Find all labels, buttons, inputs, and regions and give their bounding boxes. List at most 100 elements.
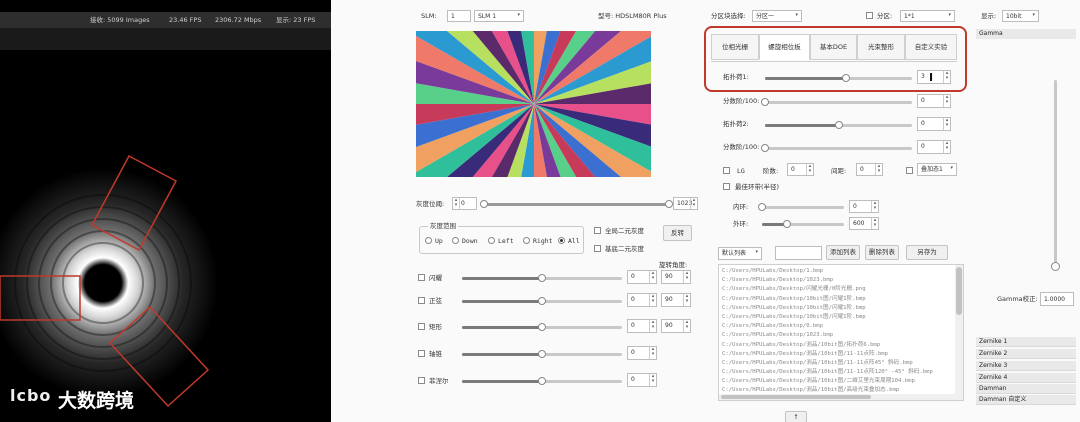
gray-low-spinbox[interactable]: 0 ▴ ▾ [452, 197, 477, 210]
effect-value-spinbox[interactable]: 0 ▴ ▾ [627, 346, 657, 360]
spin-arrows-icon[interactable]: ▴ ▾ [871, 201, 878, 212]
gray-range-radio-left[interactable] [488, 237, 495, 244]
list-item[interactable]: C:/Users/HPULabs/Desktop/1023.bmp [722, 331, 933, 340]
partition-checkbox[interactable] [866, 12, 873, 19]
partition-select[interactable]: 1*1 ▾ [900, 10, 955, 22]
file-list[interactable]: C:/Users/HPULabs/Desktop/1.bmp C:/Users/H… [718, 264, 964, 401]
effect-value-spinbox[interactable]: 0 ▴ ▾ [627, 270, 657, 284]
file-list-vscroll[interactable] [955, 265, 963, 400]
gray-range-radio-all[interactable] [558, 237, 565, 244]
spiral-row-slider[interactable] [761, 144, 912, 152]
overlay-checkbox[interactable] [906, 167, 913, 174]
gamma-slider-handle[interactable] [1051, 262, 1060, 271]
effect-checkbox[interactable] [418, 323, 425, 330]
spiral-row-spinbox[interactable]: 0 ▴ ▾ [917, 140, 951, 154]
effect-value-spinbox[interactable]: 0 ▴ ▾ [627, 319, 657, 333]
list-item[interactable]: C:/Users/HPULabs/Desktop/测品/10bit图/11-11… [722, 350, 933, 359]
spiral-row-spinbox[interactable]: 3 ▴ ▾ [917, 70, 951, 84]
effect-slider-handle[interactable] [538, 274, 546, 282]
effect-slider-handle[interactable] [538, 350, 546, 358]
list-item[interactable]: C:/Users/HPULabs/Desktop/闪耀光栅/0阶光栅.png [722, 285, 933, 294]
inner-ring-handle[interactable] [758, 203, 766, 211]
effect-checkbox[interactable] [418, 297, 425, 304]
spin-arrows-icon[interactable]: ▴ ▾ [683, 294, 690, 306]
effect-checkbox[interactable] [418, 350, 425, 357]
zernike-item[interactable]: Damman [976, 384, 1076, 394]
gray-range-radio-up[interactable] [425, 237, 432, 244]
display-select[interactable]: 10bit ▾ [1002, 10, 1039, 22]
invert-button[interactable]: 反转 [663, 225, 692, 241]
slm-index-field[interactable]: 1 [447, 10, 471, 22]
zernike-item[interactable]: Zernike 3 [976, 361, 1076, 371]
best-ring-checkbox[interactable] [723, 183, 730, 190]
spin-arrows-icon[interactable]: ▴ ▾ [690, 198, 697, 209]
file-list-hscroll[interactable] [719, 394, 955, 400]
spin-arrows-icon[interactable]: ▴ ▾ [943, 95, 950, 107]
effect-angle-spinbox[interactable]: 90 ▴ ▾ [661, 270, 691, 284]
outer-ring-spinbox[interactable]: 600 ▴ ▾ [849, 217, 879, 230]
gamma-value-field[interactable]: 1.0000 [1040, 292, 1074, 306]
spiral-row-spinbox[interactable]: 0 ▴ ▾ [917, 117, 951, 131]
file-list-hscroll-thumb[interactable] [721, 395, 871, 399]
spin-arrows-icon[interactable]: ▴ ▾ [943, 71, 950, 83]
effect-slider-handle[interactable] [538, 297, 546, 305]
file-list-vscroll-thumb[interactable] [956, 267, 962, 315]
zernike-item[interactable]: Damman 自定义 [976, 395, 1076, 405]
spin-arrows-icon[interactable]: ▴ ▾ [649, 374, 656, 386]
list-item[interactable]: C:/Users/HPULabs/Desktop/测品/10bit图/11-11… [722, 368, 933, 377]
delete-list-button[interactable]: 删除列表 [865, 245, 899, 260]
list-item[interactable]: C:/Users/HPULabs/Desktop/0.bmp [722, 322, 933, 331]
tab-0[interactable]: 位相光栅 [711, 34, 759, 60]
effect-value-spinbox[interactable]: 0 ▴ ▾ [627, 293, 657, 307]
save-as-button[interactable]: 另存为 [906, 245, 948, 260]
spiral-row-slider[interactable] [765, 74, 912, 82]
effect-slider-handle[interactable] [538, 323, 546, 331]
gray-low-handle[interactable] [480, 200, 488, 208]
gray-range-slider[interactable] [480, 200, 673, 208]
spiral-row-spinbox[interactable]: 0 ▴ ▾ [917, 94, 951, 108]
spin-arrows-icon[interactable]: ▴ ▾ [649, 347, 656, 359]
effect-slider[interactable] [462, 350, 622, 358]
spin-arrows-icon[interactable]: ▴ ▾ [649, 271, 656, 283]
area-select[interactable]: 分区一 ▾ [752, 10, 802, 22]
tab-1[interactable]: 螺旋相位板 [759, 34, 810, 60]
effect-slider-handle[interactable] [538, 377, 546, 385]
outer-ring-slider[interactable] [762, 220, 844, 228]
spin-arrows-icon[interactable]: ▴ ▾ [806, 164, 813, 175]
list-item[interactable]: C:/Users/HPULabs/Desktop/1.bmp [722, 267, 933, 276]
spin-arrows-icon[interactable]: ▴ ▾ [683, 271, 690, 283]
spin-arrows-icon[interactable]: ▴ ▾ [943, 118, 950, 130]
spiral-row-slider-handle[interactable] [761, 144, 769, 152]
effect-angle-spinbox[interactable]: 90 ▴ ▾ [661, 319, 691, 333]
gray-range-radio-right[interactable] [523, 237, 530, 244]
spacing-spinbox[interactable]: 0 ▴ ▾ [856, 163, 883, 176]
outer-ring-handle[interactable] [782, 220, 791, 228]
slm-select[interactable]: SLM 1 ▾ [474, 10, 524, 22]
gray-high-handle[interactable] [665, 200, 673, 208]
list-select[interactable]: 默认列表 ▾ [718, 247, 762, 260]
effect-slider[interactable] [462, 323, 622, 331]
gamma-slider-track[interactable] [1051, 80, 1060, 271]
list-item[interactable]: C:/Users/HPULabs/Desktop/测品/10bit图/二维艾里光… [722, 377, 933, 386]
spin-arrows-icon[interactable]: ▴ ▾ [649, 294, 656, 306]
full-binary-checkbox[interactable] [594, 227, 601, 234]
effect-slider[interactable] [462, 274, 622, 282]
effect-checkbox[interactable] [418, 274, 425, 281]
effect-value-spinbox[interactable]: 0 ▴ ▾ [627, 373, 657, 387]
spin-arrows-icon[interactable]: ▴ ▾ [649, 320, 656, 332]
tab-3[interactable]: 光束整形 [857, 34, 905, 60]
effect-checkbox[interactable] [418, 377, 425, 384]
spin-arrows-icon[interactable]: ▴ ▾ [871, 218, 878, 229]
list-item[interactable]: C:/Users/HPULabs/Desktop/10bit图/闪耀1阶.bmp [722, 304, 933, 313]
zernike-item[interactable]: Zernike 4 [976, 373, 1076, 383]
bottom-arrow-button[interactable]: ↑ [785, 411, 807, 422]
spin-arrows-icon[interactable]: ▴ ▾ [683, 320, 690, 332]
spiral-row-slider-handle[interactable] [834, 121, 843, 129]
effect-slider[interactable] [462, 377, 622, 385]
list-name-input[interactable] [775, 246, 822, 260]
list-item[interactable]: C:/Users/HPULabs/Desktop/测品/10bit图/拓扑荷6.… [722, 341, 933, 350]
order-spinbox[interactable]: 0 ▴ ▾ [787, 163, 814, 176]
add-list-button[interactable]: 添加列表 [826, 245, 860, 260]
tab-2[interactable]: 基本DOE [810, 34, 857, 60]
list-item[interactable]: C:/Users/HPULabs/Desktop/测品/10bit图/11-11… [722, 359, 933, 368]
